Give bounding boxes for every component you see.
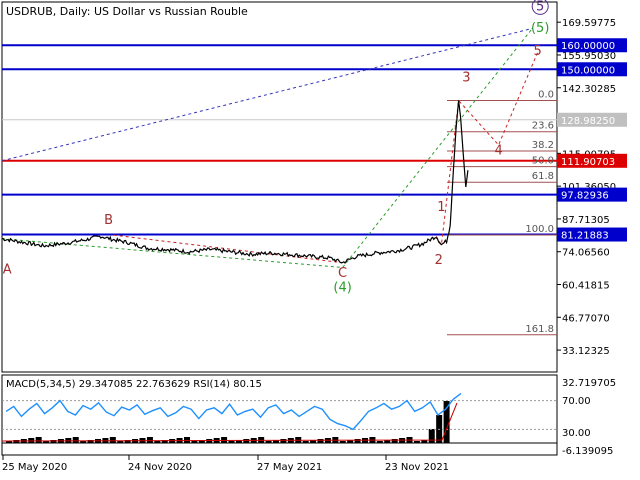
fib-label-1: 23.6 (532, 121, 554, 132)
fib-label-0: 0.0 (538, 90, 554, 101)
chart-canvas: 0.0 23.6 38.2 50.0 61.8 100.0 161.8 A B C(4) 1 2 3 4… (1, 0, 627, 473)
y-tick-label-10: 33.12325 (562, 346, 610, 357)
wave-label-7: 4 (494, 144, 502, 159)
macd-bar-30 (228, 441, 235, 443)
wave-label-5: 2 (435, 253, 443, 268)
wave-label-2: C (338, 266, 347, 281)
level-label-1: 150.00000 (561, 65, 615, 76)
macd-bar-57 (428, 429, 435, 443)
macd-bar-14 (109, 437, 116, 443)
y-tick-label-2: 142.30285 (562, 84, 616, 95)
y-tick-label-0: 169.59775 (562, 18, 616, 29)
fib-label-6: 161.8 (525, 324, 554, 335)
fib-label-4: 61.8 (532, 171, 554, 182)
time-axis: 25 May 2020 24 Nov 2020 27 May 2021 23 Nov … (2, 455, 449, 473)
wave-label-0: A (3, 262, 12, 277)
fib-label-2: 38.2 (532, 140, 554, 151)
y-tick-label-1: 155.95030 (562, 51, 616, 62)
wave-label-6: 3 (462, 70, 470, 85)
wave-label-9: (5) (531, 21, 549, 36)
level-label-3: 97.82936 (561, 191, 609, 202)
macd-bar-19 (146, 437, 153, 443)
ind-tick-label-2: 30.00 (562, 428, 591, 439)
chart-title: USDRUB, Daily: US Dollar vs Russian Roub… (6, 5, 248, 18)
macd-bar-24 (184, 437, 190, 443)
macd-bar-37 (280, 439, 287, 443)
macd-bar-52 (391, 439, 398, 443)
level-label-0: 160.00000 (561, 41, 615, 52)
macd-bar-40 (302, 441, 309, 443)
macd-bar-20 (154, 441, 161, 443)
x-tick-label-0: 25 May 2020 (2, 462, 67, 473)
level-price-labels: 160.00000 150.00000 111.90703 97.82936 81.21… (557, 38, 627, 242)
wave-label-3: (4) (333, 281, 351, 296)
macd-bar-47 (354, 439, 361, 443)
y-tick-label-6: 87.71305 (562, 215, 610, 226)
macd-bar-1 (13, 440, 20, 443)
macd-bar-35 (265, 441, 272, 443)
x-tick-label-3: 23 Nov 2021 (385, 462, 449, 473)
y-tick-label-8: 60.41815 (562, 281, 610, 292)
wave-label-1: B (104, 213, 113, 228)
indicator-label: MACD(5,34,5) 29.347085 22.763629 RSI(14)… (6, 379, 262, 390)
macd-bar-4 (35, 437, 42, 443)
indicator-axis: 32.719705 70.00 30.00 -6.139095 (562, 378, 616, 457)
macd-bar-50 (376, 441, 383, 443)
ind-tick-label-3: -6.139095 (562, 446, 613, 457)
y-tick-label-9: 46.77070 (562, 313, 610, 324)
y-tick-label-7: 74.06560 (562, 248, 610, 259)
macd-bar-42 (317, 439, 324, 443)
ind-tick-label-1: 70.00 (562, 396, 591, 407)
macd-bar-55 (413, 441, 420, 443)
wave-label-10: 5 (536, 0, 544, 14)
level-label-2: 111.90703 (561, 157, 615, 168)
wave-label-8: 5 (533, 44, 541, 59)
macd-bar-25 (191, 441, 198, 443)
x-tick-label-1: 24 Nov 2020 (128, 462, 192, 473)
macd-bar-15 (117, 441, 124, 443)
x-tick-label-2: 27 May 2021 (257, 462, 322, 473)
level-label-5: 128.98250 (561, 116, 615, 127)
level-label-4: 81.21883 (561, 231, 609, 242)
fib-label-3: 50.0 (532, 156, 554, 167)
macd-bar-32 (243, 439, 250, 443)
main-panel-frame (1, 1, 558, 373)
macd-bar-9 (72, 437, 79, 443)
wave-label-4: 1 (437, 200, 445, 215)
ind-tick-label-0: 32.719705 (562, 378, 616, 389)
fib-label-5: 100.0 (525, 224, 554, 235)
macd-bar-45 (339, 441, 346, 443)
